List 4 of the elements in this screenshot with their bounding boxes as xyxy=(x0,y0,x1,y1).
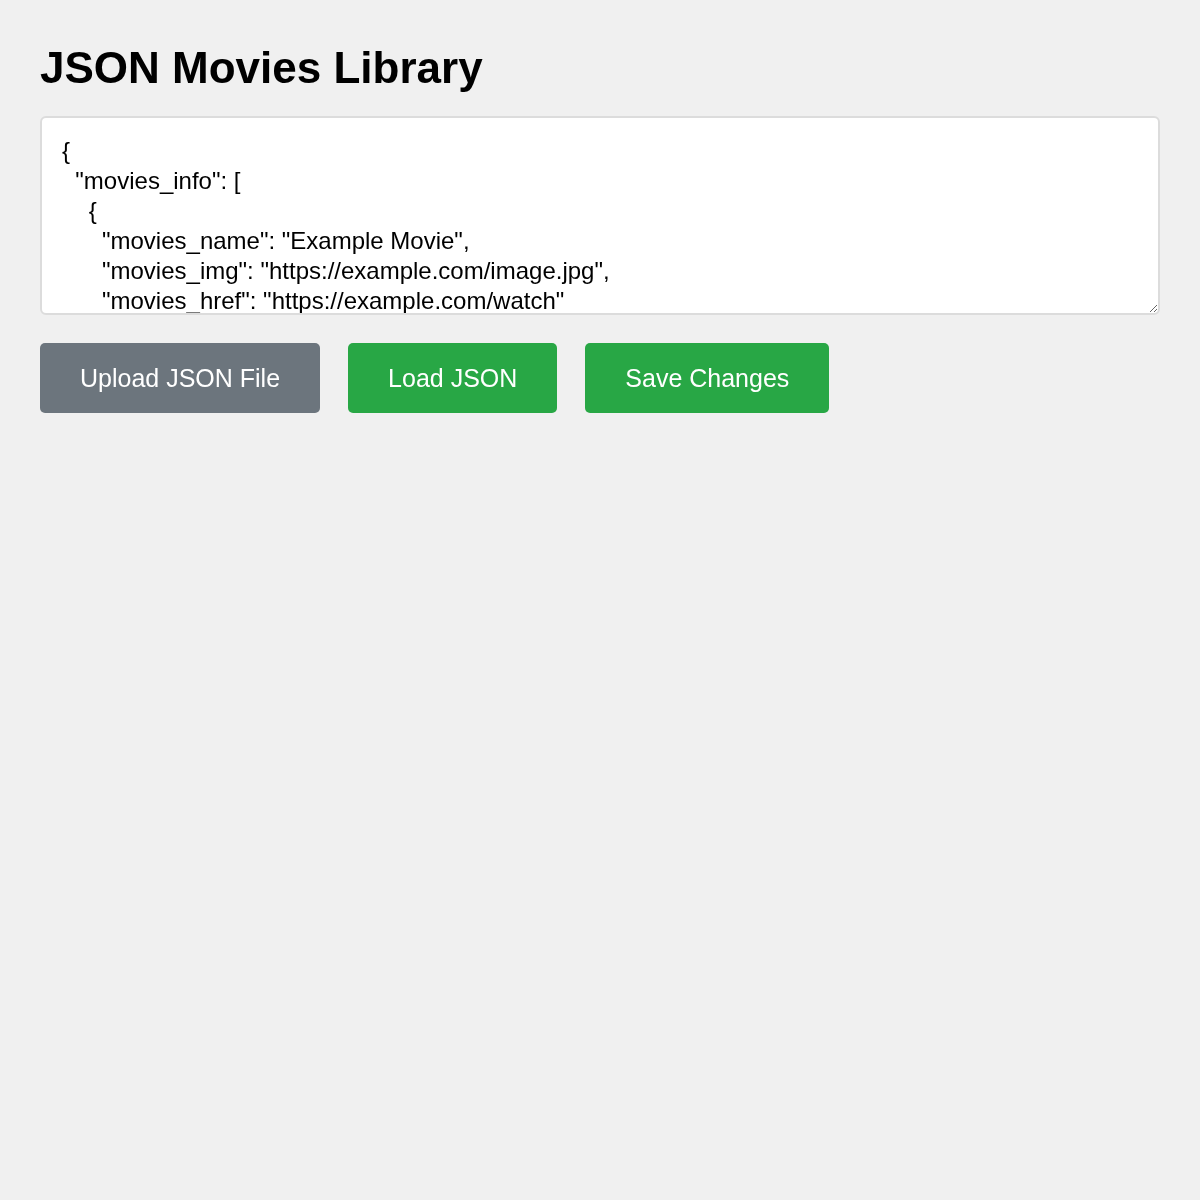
upload-button[interactable]: Upload JSON File xyxy=(40,343,321,413)
page-title: JSON Movies Library xyxy=(40,42,484,94)
action-button[interactable]: Save Changes xyxy=(585,343,830,413)
action-button[interactable]: Load JSON xyxy=(348,343,558,413)
